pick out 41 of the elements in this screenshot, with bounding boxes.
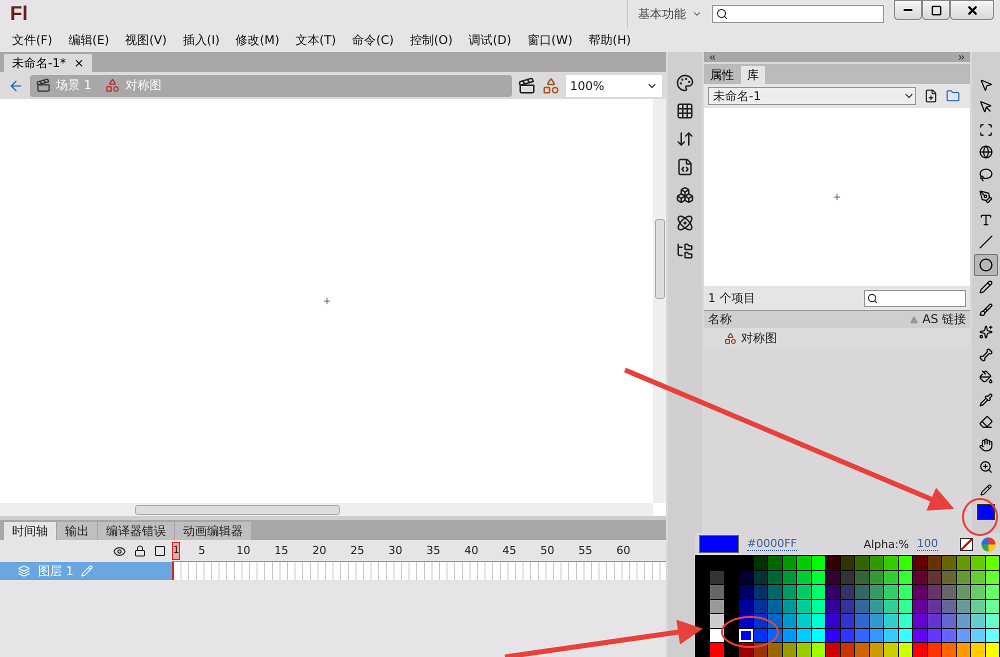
document-select[interactable]: 未命名-1 <box>708 87 916 105</box>
menu-item[interactable]: 文件(F) <box>4 32 60 48</box>
frame-number: 30 <box>388 544 402 557</box>
panel-tab[interactable]: 输出 <box>57 522 97 540</box>
alpha-value[interactable]: 100 <box>917 537 938 551</box>
frame-number: 35 <box>426 544 440 557</box>
frame-number: 55 <box>578 544 592 557</box>
frame-number: 10 <box>236 544 250 557</box>
library-item[interactable]: 对称图 <box>704 328 970 348</box>
frame-number: 20 <box>312 544 326 557</box>
menu-item[interactable]: 命令(C) <box>344 32 402 48</box>
menu-item[interactable]: 调试(D) <box>460 32 520 48</box>
item-count: 1 个项目 <box>708 290 756 306</box>
panel-tab[interactable]: 时间轴 <box>4 522 56 540</box>
playhead[interactable]: 1 <box>172 542 180 560</box>
frame-number: 60 <box>616 544 630 557</box>
hex-value[interactable]: #0000FF <box>747 537 797 551</box>
frame-number: 15 <box>274 544 288 557</box>
alpha-label: Alpha:% <box>864 538 909 550</box>
menu-item[interactable]: 插入(I) <box>174 32 228 48</box>
panel-tab[interactable]: 编译器错误 <box>98 522 174 540</box>
menu-item[interactable]: 视图(V) <box>117 32 175 48</box>
column-header[interactable]: AS 链接 <box>922 311 966 328</box>
frame-number: 40 <box>464 544 478 557</box>
menu-item[interactable]: 编辑(E) <box>60 32 118 48</box>
frame-number: 45 <box>502 544 516 557</box>
zoom-select[interactable]: 100% <box>566 74 662 96</box>
frame-number: 25 <box>350 544 364 557</box>
document-tab[interactable]: 未命名-1* × <box>4 54 92 72</box>
frame-number: 5 <box>198 544 206 557</box>
close-tab-icon[interactable]: × <box>74 56 84 70</box>
menu-item[interactable]: 帮助(H) <box>580 32 639 48</box>
frame-number: 50 <box>540 544 554 557</box>
menu-item[interactable]: 控制(O) <box>402 32 461 48</box>
menu-item[interactable]: 修改(M) <box>228 32 288 48</box>
panel-tab[interactable]: 库 <box>741 66 765 84</box>
panel-tab[interactable]: 动画编辑器 <box>175 522 251 540</box>
column-header[interactable]: 名称 <box>708 311 910 328</box>
menu-item[interactable]: 窗口(W) <box>519 32 581 48</box>
menu-item[interactable]: 文本(T) <box>287 32 344 48</box>
app-logo: Fl <box>10 2 28 26</box>
